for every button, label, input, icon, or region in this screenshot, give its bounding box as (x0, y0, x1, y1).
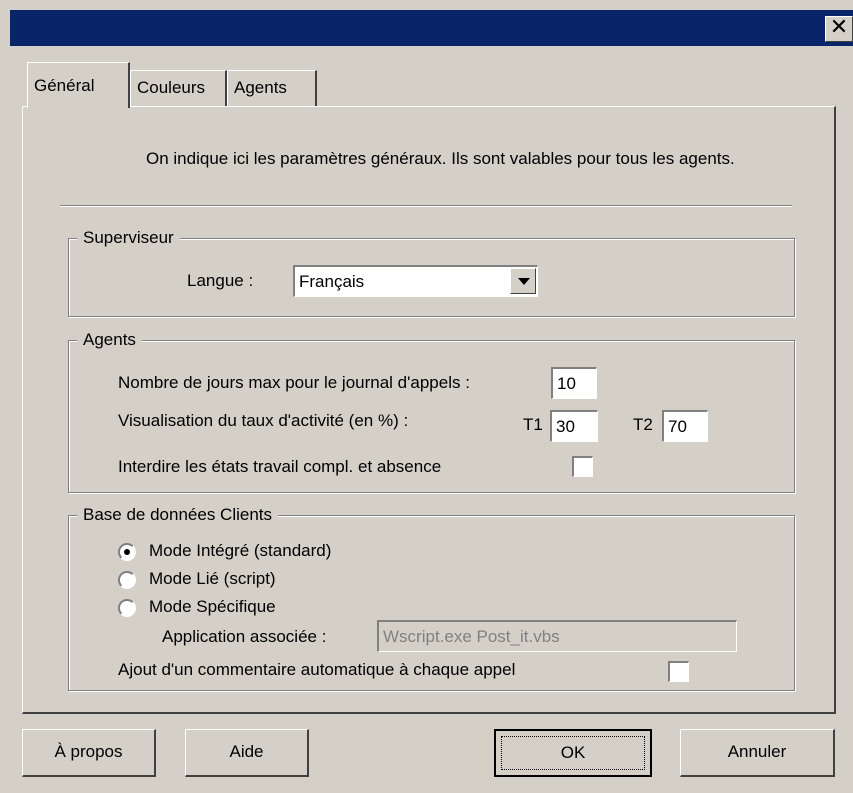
cancel-button-label: Annuler (727, 742, 787, 761)
chevron-down-icon (518, 278, 530, 285)
t2-label: T2 (633, 415, 653, 434)
max-days-value: 10 (557, 374, 576, 393)
client-db-group-label: Base de données Clients (77, 503, 279, 527)
cancel-button[interactable]: Annuler (680, 729, 835, 777)
intro-text: On indique ici les paramètres généraux. … (146, 149, 735, 168)
dropdown-button[interactable] (510, 268, 536, 294)
mode-integrated-label: Mode Intégré (standard) (149, 541, 332, 560)
activity-label: Visualisation du taux d'activité (en %) … (118, 411, 409, 430)
auto-comment-checkbox[interactable] (668, 661, 689, 682)
radio-mode-linked[interactable] (118, 571, 136, 589)
radio-mode-specific[interactable] (118, 599, 136, 617)
t2-input[interactable]: 70 (662, 410, 708, 442)
focus-rect: OK (501, 736, 645, 770)
forbid-states-label: Interdire les états travail compl. et ab… (118, 457, 442, 476)
t1-input[interactable]: 30 (550, 410, 598, 442)
separator (60, 205, 792, 207)
supervisor-group-label: Superviseur (77, 226, 180, 250)
help-button-label: Aide (229, 742, 264, 761)
tab-agents[interactable]: Agents (227, 70, 317, 106)
app-label: Application associée : (162, 627, 327, 646)
title-bar: ✕ (10, 10, 853, 46)
app-value: Wscript.exe Post_it.vbs (383, 627, 560, 646)
auto-comment-label: Ajout d'un commentaire automatique à cha… (118, 660, 516, 679)
mode-linked-label: Mode Lié (script) (149, 569, 276, 588)
tab-label: Agents (234, 78, 287, 97)
about-button-label: À propos (54, 742, 123, 761)
language-label: Langue : (187, 271, 254, 290)
about-button[interactable]: À propos (22, 729, 156, 777)
mode-specific-label: Mode Spécifique (149, 597, 276, 616)
ok-button-label: OK (560, 743, 586, 762)
t1-label: T1 (523, 415, 543, 434)
language-value: Français (299, 272, 365, 291)
t1-value: 30 (556, 417, 575, 436)
agents-group-label: Agents (77, 328, 142, 352)
language-select[interactable]: Français (293, 265, 538, 297)
app-input[interactable]: Wscript.exe Post_it.vbs (377, 620, 737, 652)
tab-label: Couleurs (137, 78, 206, 97)
max-days-label: Nombre de jours max pour le journal d'ap… (118, 373, 470, 392)
ok-button[interactable]: OK (494, 729, 652, 777)
tab-label: Général (34, 76, 95, 95)
tab-general[interactable]: Général (27, 62, 130, 108)
tab-colors[interactable]: Couleurs (130, 70, 227, 106)
max-days-input[interactable]: 10 (551, 367, 597, 399)
close-icon: ✕ (829, 15, 849, 40)
help-button[interactable]: Aide (185, 729, 309, 777)
radio-dot (124, 549, 130, 555)
t2-value: 70 (668, 417, 687, 436)
radio-mode-integrated[interactable] (118, 543, 136, 561)
close-button[interactable]: ✕ (825, 16, 853, 42)
forbid-states-checkbox[interactable] (572, 456, 593, 477)
settings-dialog: ✕ Général Couleurs Agents On indique ici… (0, 0, 853, 793)
